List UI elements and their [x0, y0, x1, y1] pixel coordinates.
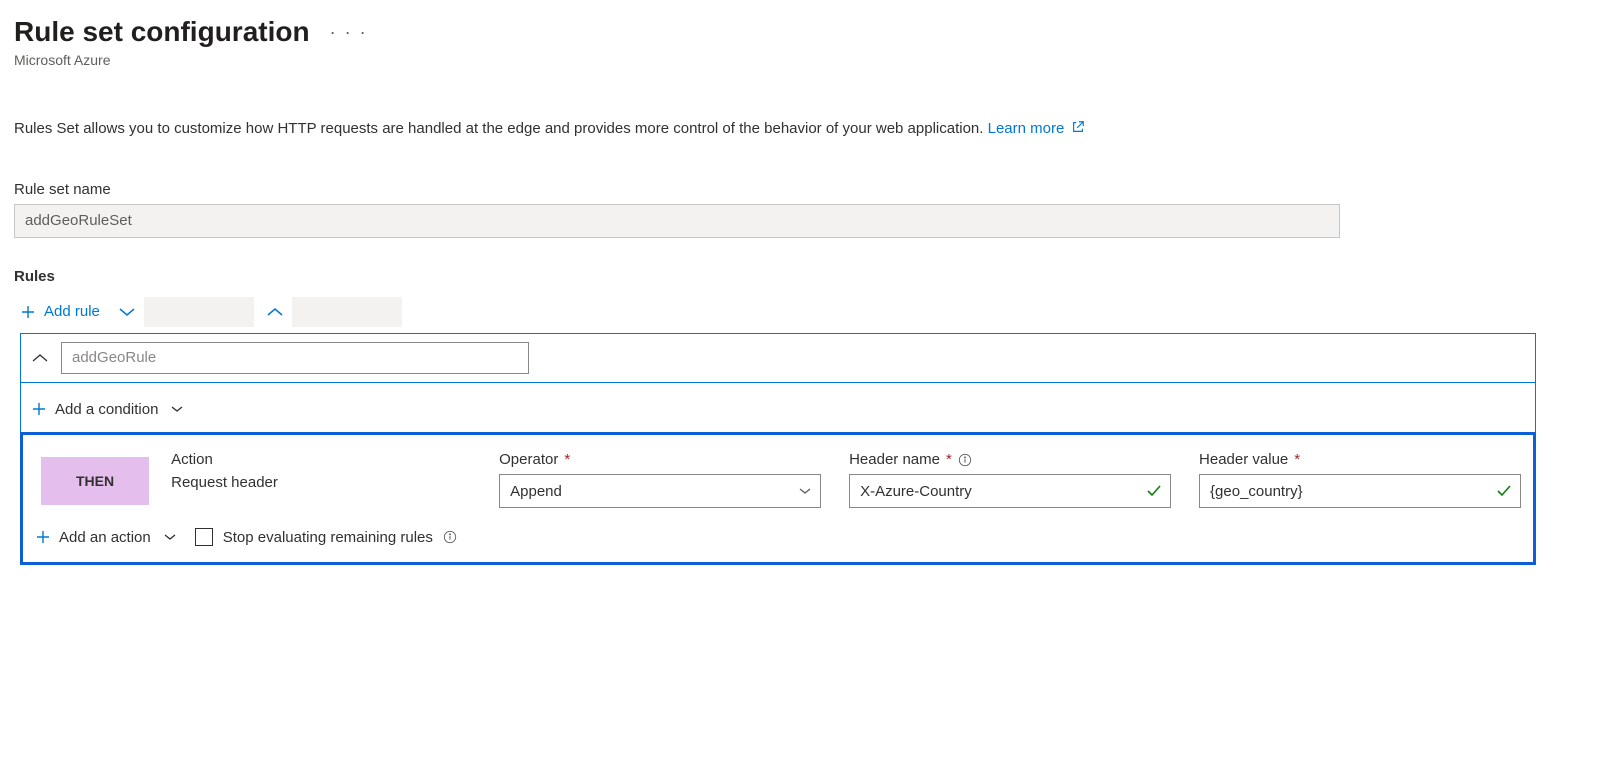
check-icon [1496, 484, 1512, 498]
info-icon[interactable] [443, 530, 457, 544]
learn-more-text: Learn more [988, 120, 1065, 137]
add-rule-text: Add rule [44, 303, 100, 320]
plus-icon [31, 401, 47, 417]
then-badge: THEN [41, 457, 149, 505]
learn-more-link[interactable]: Learn more [988, 120, 1085, 137]
description-text: Rules Set allows you to customize how HT… [14, 120, 988, 137]
move-down-button[interactable] [116, 304, 138, 320]
stop-eval-checkbox[interactable] [195, 528, 213, 546]
required-mark: * [1294, 451, 1300, 468]
action-footer: Add an action Stop evaluating remaining … [35, 528, 1521, 546]
rules-heading: Rules [14, 268, 1587, 285]
chevron-down-icon [170, 404, 184, 414]
page-subtitle: Microsoft Azure [14, 52, 1587, 68]
rule-panel: Add a condition THEN Action Request head… [20, 333, 1536, 566]
ruleset-name-input [14, 204, 1340, 238]
operator-select[interactable]: Append [499, 474, 821, 508]
stop-eval-label: Stop evaluating remaining rules [223, 529, 433, 546]
header-value-value: {geo_country} [1210, 483, 1303, 500]
rule-header-row [20, 333, 1536, 383]
action-type-text: Request header [171, 474, 471, 491]
move-down-slot [144, 297, 254, 327]
check-icon [1146, 484, 1162, 498]
external-link-icon [1071, 120, 1085, 134]
condition-row: Add a condition [20, 383, 1536, 433]
add-action-text: Add an action [59, 529, 151, 546]
plus-icon [35, 529, 51, 545]
header-value-input[interactable]: {geo_country} [1199, 474, 1521, 508]
ruleset-name-label: Rule set name [14, 181, 1587, 198]
required-mark: * [946, 451, 952, 468]
rule-name-input[interactable] [61, 342, 529, 374]
move-up-button[interactable] [264, 304, 286, 320]
rules-toolbar: Add rule [14, 297, 1587, 327]
header-name-label: Header name [849, 451, 940, 468]
action-line: THEN Action Request header Operator * Ap… [35, 451, 1521, 508]
operator-value: Append [510, 483, 562, 500]
header-name-input[interactable]: X-Azure-Country [849, 474, 1171, 508]
action-label: Action [171, 451, 471, 468]
move-up-slot [292, 297, 402, 327]
add-action-button[interactable]: Add an action [35, 529, 177, 546]
header-name-value: X-Azure-Country [860, 483, 972, 500]
page-description: Rules Set allows you to customize how HT… [14, 118, 1587, 141]
more-icon[interactable]: · · · [330, 22, 368, 43]
add-rule-button[interactable]: Add rule [14, 299, 106, 324]
info-icon[interactable] [958, 453, 972, 467]
chevron-down-icon [163, 532, 177, 542]
add-condition-text: Add a condition [55, 401, 158, 418]
chevron-down-icon [798, 486, 812, 496]
collapse-icon[interactable] [31, 352, 49, 364]
required-mark: * [564, 451, 570, 468]
action-block: THEN Action Request header Operator * Ap… [20, 432, 1536, 565]
add-condition-button[interactable]: Add a condition [31, 401, 184, 418]
operator-label: Operator [499, 451, 558, 468]
plus-icon [20, 304, 36, 320]
page-title: Rule set configuration [14, 16, 310, 48]
header-value-label: Header value [1199, 451, 1288, 468]
